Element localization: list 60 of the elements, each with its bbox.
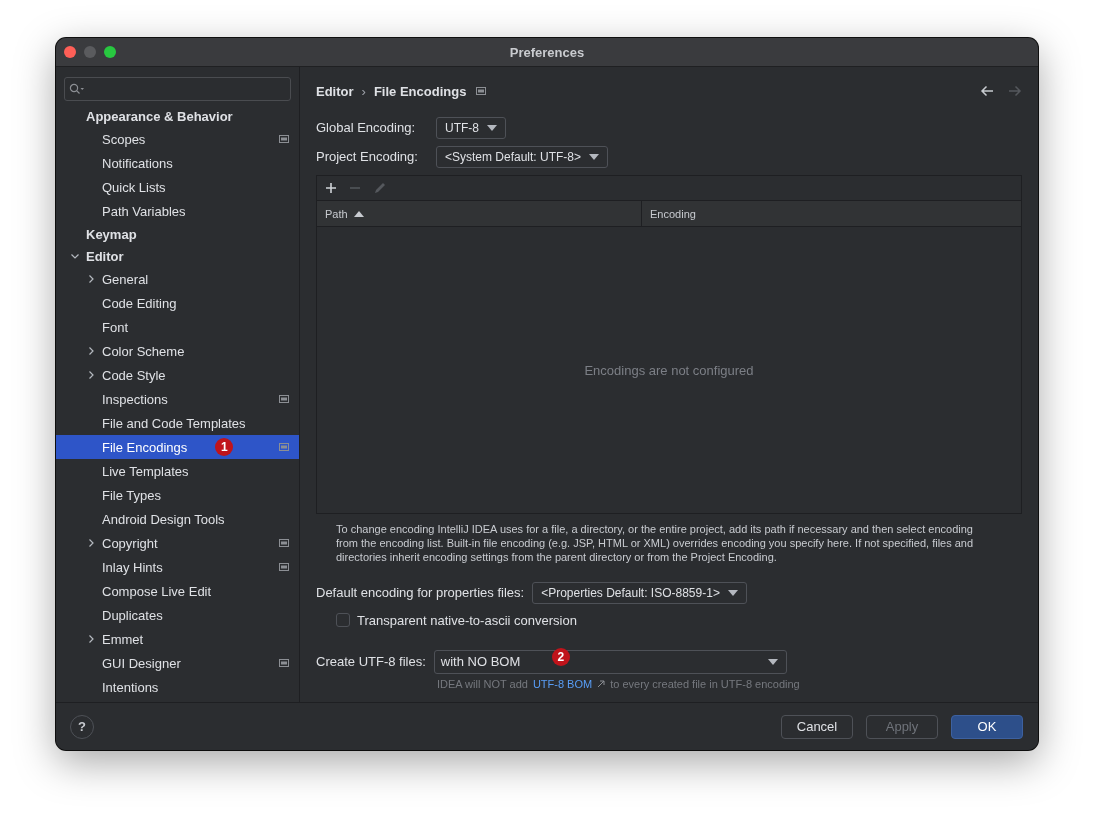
- field-label: Global Encoding:: [316, 120, 416, 135]
- callout-badge: 2: [551, 647, 570, 666]
- help-text: To change encoding IntelliJ IDEA uses for a file, a directory, or the entire project, add its path if necessary and then select encoding from the encoding list. Built-in file encoding (e.g. JSP, HTML or XML) overrides encoding you specify here. If not specified, files and directories inherit encoding settings from the parent directory or from the Project Encoding.: [336, 522, 975, 564]
- tree-item[interactable]: General: [56, 267, 299, 291]
- tree-item[interactable]: Emmet: [56, 627, 299, 651]
- dialog-button[interactable]: Cancel: [781, 714, 853, 739]
- window-title: Preferences: [509, 44, 585, 60]
- tree-item[interactable]: File Types: [56, 483, 299, 507]
- search-field[interactable]: [64, 77, 291, 101]
- tree-item[interactable]: Quick Lists: [56, 175, 299, 199]
- hint-text: IDEA will NOT add: [437, 678, 528, 690]
- close-button[interactable]: [64, 46, 76, 58]
- tree-item[interactable]: Editor: [56, 245, 299, 267]
- zoom-button[interactable]: [104, 46, 116, 58]
- field-label: Default encoding for properties files:: [316, 585, 525, 600]
- breadcrumb: Editor › File Encodings: [316, 83, 467, 99]
- ok-button[interactable]: OK: [951, 714, 1023, 739]
- encoding-dropdown[interactable]: <Properties Default: ISO-8859-1>: [532, 581, 747, 604]
- search-icon: [69, 83, 85, 95]
- tree-item[interactable]: Intentions: [56, 675, 299, 699]
- tree-item[interactable]: Notifications: [56, 151, 299, 175]
- back-arrow-icon[interactable]: [980, 85, 994, 97]
- checkbox[interactable]: [336, 613, 350, 627]
- tree-item[interactable]: Color Scheme: [56, 339, 299, 363]
- tree-item[interactable]: Inlay Hints: [56, 555, 299, 579]
- column-header[interactable]: Encoding: [642, 201, 1021, 226]
- tree-item[interactable]: Path Variables: [56, 199, 299, 223]
- encoding-dropdown[interactable]: UTF-8: [436, 116, 506, 139]
- hint-text: to every created file in UTF-8 encoding: [610, 678, 800, 690]
- tree-item[interactable]: Font: [56, 315, 299, 339]
- tree-item[interactable]: Code Editing: [56, 291, 299, 315]
- bom-dropdown[interactable]: with NO BOM 2: [433, 649, 787, 674]
- tree-item[interactable]: Inspections: [56, 387, 299, 411]
- tree-item[interactable]: Duplicates: [56, 603, 299, 627]
- caret-icon: [589, 153, 600, 160]
- tree-item[interactable]: Live Templates: [56, 459, 299, 483]
- caret-icon: [487, 124, 497, 131]
- encoding-dropdown[interactable]: <System Default: UTF-8>: [436, 145, 609, 168]
- bom-link[interactable]: UTF-8 BOM: [532, 678, 593, 690]
- tree-item[interactable]: Keymap: [56, 223, 299, 245]
- tree-item[interactable]: Copyright: [56, 531, 299, 555]
- caret-icon: [767, 658, 778, 665]
- callout-badge: 1: [215, 438, 234, 456]
- tree-item[interactable]: File and Code Templates: [56, 411, 299, 435]
- add-icon[interactable]: [325, 182, 337, 194]
- tree-item[interactable]: GUI Designer: [56, 651, 299, 675]
- empty-table-message: Encodings are not configured: [584, 362, 754, 378]
- minimize-button[interactable]: [84, 46, 96, 58]
- external-link-icon: [597, 680, 606, 688]
- tree-item[interactable]: Compose Live Edit: [56, 579, 299, 603]
- tree-item[interactable]: File Encodings 1: [56, 435, 299, 459]
- caret-icon: [727, 589, 738, 596]
- tree-item[interactable]: Android Design Tools: [56, 507, 299, 531]
- tree-item[interactable]: Scopes: [56, 127, 299, 151]
- tree-item[interactable]: Appearance & Behavior: [56, 105, 299, 127]
- tree-item[interactable]: Code Style: [56, 363, 299, 387]
- field-label: Create UTF-8 files:: [316, 654, 426, 669]
- field-label: Project Encoding:: [316, 149, 419, 164]
- column-header[interactable]: Path: [317, 201, 642, 226]
- checkbox-label[interactable]: Transparent native-to-ascii conversion: [357, 612, 577, 628]
